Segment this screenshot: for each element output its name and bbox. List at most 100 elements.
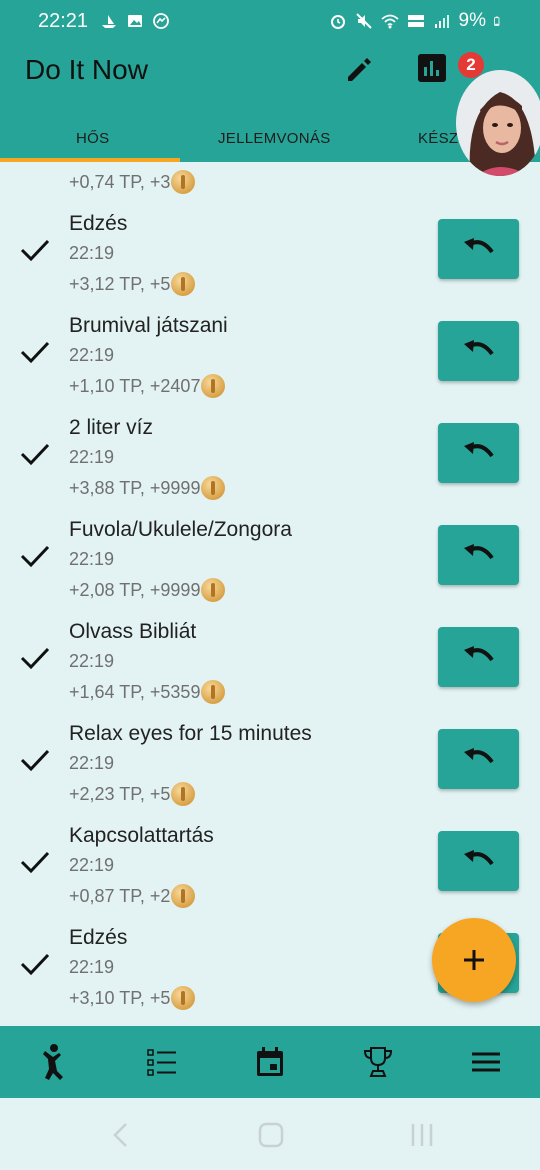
task-title: Fuvola/Ukulele/Zongora — [69, 518, 292, 541]
undo-button[interactable] — [438, 627, 519, 687]
check-icon — [20, 443, 50, 466]
bottom-navigation — [0, 1026, 540, 1098]
edit-icon[interactable] — [342, 53, 376, 87]
menu-icon — [472, 1052, 500, 1072]
list-item: Edzés 22:19 +3,12 TP, +5 — [0, 204, 540, 306]
list-item-partial: +0,74 TP, +3 — [0, 162, 540, 204]
task-reward: +0,87 TP, +2 — [69, 884, 196, 908]
coin-icon — [201, 680, 226, 704]
check-icon — [20, 341, 50, 364]
undo-button[interactable] — [438, 219, 519, 279]
undo-button[interactable] — [438, 423, 519, 483]
task-time: 22:19 — [69, 753, 115, 773]
task-title: Brumival játszani — [69, 314, 228, 337]
task-time: 22:19 — [69, 957, 115, 977]
hero-icon — [43, 1044, 63, 1080]
undo-icon — [463, 340, 494, 356]
system-navigation-bar — [0, 1098, 540, 1170]
task-title: Olvass Bibliát — [69, 620, 197, 643]
messenger-icon — [153, 13, 169, 29]
undo-icon — [463, 748, 494, 764]
task-reward: +3,88 TP, +9999 — [69, 476, 226, 500]
task-title: Edzés — [69, 926, 128, 949]
back-icon[interactable] — [112, 1122, 128, 1148]
undo-button[interactable] — [438, 831, 519, 891]
coin-icon — [201, 578, 226, 602]
plus-icon — [464, 950, 484, 970]
undo-icon — [463, 238, 494, 254]
signal-icon — [434, 15, 449, 28]
check-icon — [20, 545, 50, 568]
tab-traits[interactable]: JELLEMVONÁS — [218, 130, 331, 147]
tab-hero[interactable]: HŐS — [76, 130, 109, 147]
coin-icon — [171, 170, 196, 194]
statistics-icon[interactable] — [418, 54, 446, 82]
undo-button[interactable] — [438, 729, 519, 789]
status-time: 22:21 — [38, 10, 89, 32]
recents-icon[interactable] — [410, 1122, 434, 1148]
list-item: Fuvola/Ukulele/Zongora 22:19 +2,08 TP, +… — [0, 510, 540, 612]
list-item: Brumival játszani 22:19 +1,10 TP, +2407 — [0, 306, 540, 408]
coin-icon — [171, 986, 196, 1010]
coin-icon — [201, 374, 226, 398]
task-reward: +2,08 TP, +9999 — [69, 578, 226, 602]
task-reward: +3,10 TP, +5 — [69, 986, 196, 1010]
list-item: Kapcsolattartás 22:19 +0,87 TP, +2 — [0, 816, 540, 918]
alarm-icon — [330, 15, 345, 29]
battery-text: 9% — [458, 10, 486, 31]
task-reward: +1,64 TP, +5359 — [69, 680, 226, 704]
task-title: Edzés — [69, 212, 128, 235]
mute-icon — [355, 13, 372, 29]
undo-icon — [463, 544, 494, 560]
calendar-icon — [257, 1047, 283, 1076]
avatar[interactable] — [456, 70, 540, 176]
check-icon — [20, 851, 50, 874]
task-time: 22:19 — [69, 447, 115, 467]
coin-icon — [171, 272, 196, 296]
coin-icon — [171, 782, 196, 806]
task-title: Relax eyes for 15 minutes — [69, 722, 312, 745]
task-time: 22:19 — [69, 345, 115, 365]
boat-icon — [102, 15, 116, 28]
completed-task-list: +0,74 TP, +3 Edzés 22:19 +3,12 TP, +5 Br… — [0, 162, 540, 1026]
trophy-icon — [363, 1047, 393, 1077]
nav-hero[interactable] — [0, 1026, 108, 1098]
app-title: Do It Now — [25, 54, 148, 85]
task-time: 22:19 — [69, 243, 115, 263]
task-title: 2 liter víz — [69, 416, 154, 439]
task-reward: +3,12 TP, +5 — [69, 272, 196, 296]
add-task-button[interactable] — [432, 918, 516, 1002]
notification-badge: 2 — [458, 52, 484, 78]
check-icon — [20, 953, 50, 976]
task-reward: +2,23 TP, +5 — [69, 782, 196, 806]
task-time: 22:19 — [69, 651, 115, 671]
undo-icon — [463, 442, 494, 458]
battery-icon — [494, 16, 500, 26]
task-time: 22:19 — [69, 855, 115, 875]
undo-icon — [463, 646, 494, 662]
list-icon — [147, 1049, 176, 1076]
task-reward: +1,10 TP, +2407 — [69, 374, 226, 398]
status-right-icons: 9% — [329, 10, 504, 32]
undo-button[interactable] — [438, 321, 519, 381]
nav-calendar[interactable] — [216, 1026, 324, 1098]
coin-icon — [171, 884, 196, 908]
volte-icon — [407, 15, 424, 27]
nav-achievements[interactable] — [324, 1026, 432, 1098]
task-title: Kapcsolattartás — [69, 824, 214, 847]
check-icon — [20, 239, 50, 262]
coin-icon — [201, 476, 226, 500]
task-time: 22:19 — [69, 549, 115, 569]
task-reward: +0,74 TP, +3 — [69, 170, 196, 194]
image-icon — [128, 15, 142, 27]
list-item: Olvass Bibliát 22:19 +1,64 TP, +5359 — [0, 612, 540, 714]
nav-menu[interactable] — [432, 1026, 540, 1098]
undo-button[interactable] — [438, 525, 519, 585]
home-icon[interactable] — [258, 1122, 284, 1148]
undo-icon — [463, 850, 494, 866]
nav-tasks[interactable] — [108, 1026, 216, 1098]
wifi-icon — [380, 14, 399, 29]
status-bar: 22:21 9% — [0, 0, 540, 44]
app-bar: Do It Now 2 HŐS JELLEMVONÁS KÉSZSÉG — [0, 44, 540, 176]
list-item: Relax eyes for 15 minutes 22:19 +2,23 TP… — [0, 714, 540, 816]
